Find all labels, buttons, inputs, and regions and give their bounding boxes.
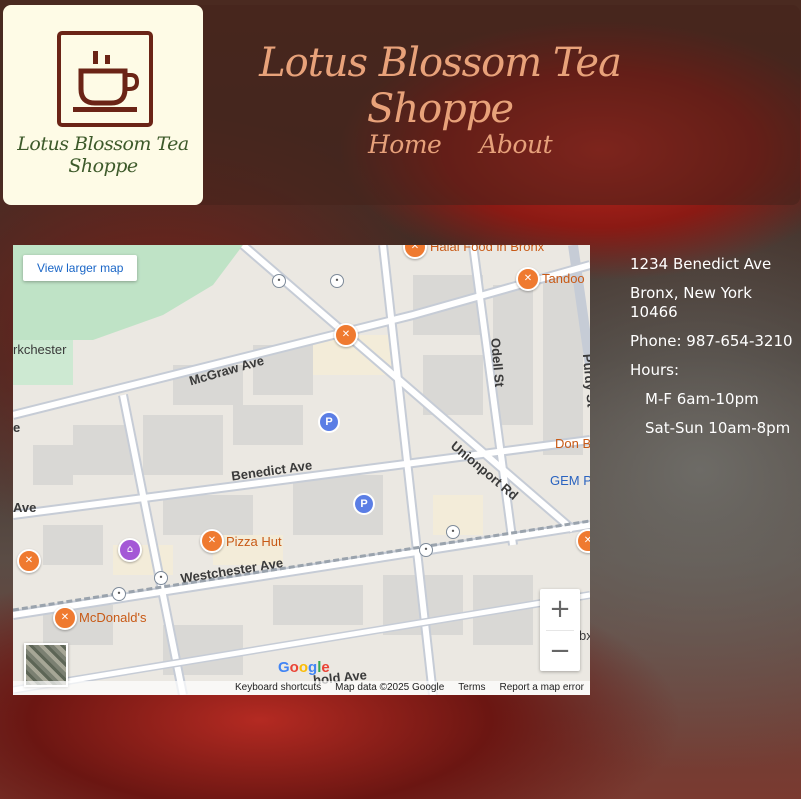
restaurant-pin-icon[interactable]: ✕: [17, 549, 41, 573]
bus-stop-icon[interactable]: •: [112, 587, 126, 601]
bus-stop-icon[interactable]: •: [154, 571, 168, 585]
address-city: Bronx, New York 10466: [630, 284, 752, 321]
keyboard-shortcuts-link[interactable]: Keyboard shortcuts: [235, 681, 321, 695]
logo-text: Lotus Blossom Tea Shoppe: [17, 133, 189, 177]
hours-label: Hours:: [630, 361, 679, 379]
poi-label[interactable]: Tandoo: [542, 271, 585, 286]
nav-about[interactable]: About: [479, 130, 552, 159]
restaurant-pin-icon[interactable]: ✕: [516, 267, 540, 291]
phone-number: Phone: 987-654-3210: [630, 332, 793, 350]
area-label: rkchester: [13, 342, 67, 357]
bus-stop-icon[interactable]: •: [419, 543, 433, 557]
main-nav: Home About: [368, 130, 553, 159]
google-logo: Google: [278, 659, 330, 676]
hours-weekend: Sat-Sun 10am-8pm: [645, 419, 791, 437]
bus-stop-icon[interactable]: •: [272, 274, 286, 288]
street-label: e: [13, 420, 21, 435]
zoom-in-button[interactable]: +: [540, 589, 580, 630]
poi-label[interactable]: Halal Food in Bronx: [430, 245, 544, 254]
landmark-pin-icon[interactable]: ⌂: [118, 538, 142, 562]
bus-stop-icon[interactable]: •: [330, 274, 344, 288]
restaurant-pin-icon[interactable]: ✕: [53, 606, 77, 630]
parking-pin-icon[interactable]: P: [353, 493, 375, 515]
site-title: Lotus Blossom Tea Shoppe: [259, 40, 622, 132]
street-label: Ave: [13, 500, 37, 515]
nav-home[interactable]: Home: [368, 130, 442, 159]
poi-label: bx: [579, 628, 590, 643]
view-larger-map-link[interactable]: View larger map: [23, 255, 138, 281]
poi-label[interactable]: GEM P: [550, 473, 590, 488]
embedded-map[interactable]: View larger map rkchester McGraw Ave Ben…: [13, 245, 590, 695]
poi-label[interactable]: Pizza Hut: [226, 534, 282, 549]
report-error-link[interactable]: Report a map error: [500, 681, 584, 695]
teacup-icon: [57, 31, 153, 127]
logo[interactable]: Lotus Blossom Tea Shoppe: [3, 5, 203, 205]
restaurant-pin-icon[interactable]: ✕: [334, 323, 358, 347]
zoom-out-button[interactable]: −: [540, 631, 580, 672]
poi-label[interactable]: McDonald's: [79, 610, 147, 625]
map-data-credit: Map data ©2025 Google: [335, 682, 445, 693]
hours-weekday: M-F 6am-10pm: [645, 390, 759, 408]
contact-info: 1234 Benedict Ave Bronx, New York 10466 …: [630, 255, 795, 448]
bus-stop-icon[interactable]: •: [446, 525, 460, 539]
zoom-controls: + −: [540, 589, 580, 671]
terms-link[interactable]: Terms: [458, 681, 485, 695]
restaurant-pin-icon[interactable]: ✕: [200, 529, 224, 553]
map-footer: Keyboard shortcuts Map data ©2025 Google…: [13, 681, 590, 695]
address-street: 1234 Benedict Ave: [630, 255, 772, 273]
poi-label[interactable]: Don B: [555, 436, 590, 451]
parking-pin-icon[interactable]: P: [318, 411, 340, 433]
